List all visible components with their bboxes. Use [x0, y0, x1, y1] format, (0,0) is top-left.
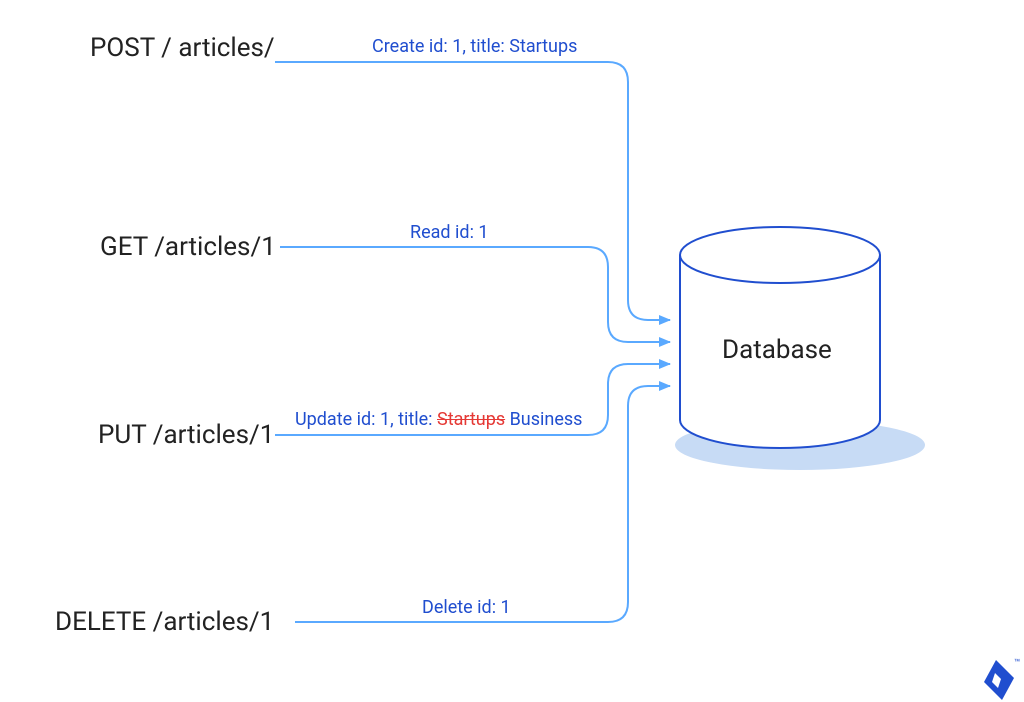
connector-post: [275, 62, 670, 320]
method-put-label: PUT /articles/1: [98, 420, 274, 450]
diagram-svg: [0, 0, 1024, 702]
connector-get: [280, 247, 670, 342]
action-put-prefix: Update id: 1, title:: [295, 409, 437, 430]
action-put-suffix: Business: [505, 409, 582, 430]
method-post-label: POST / articles/: [90, 33, 275, 63]
toptal-logo: [984, 660, 1014, 700]
method-delete-label: DELETE /articles/1: [55, 607, 274, 637]
action-put-strike: Startups: [437, 409, 505, 430]
action-delete-label: Delete id: 1: [422, 597, 511, 618]
action-put-label: Update id: 1, title: Startups Business: [295, 409, 582, 430]
database-label: Database: [722, 335, 832, 365]
method-get-label: GET /articles/1: [100, 232, 276, 262]
trademark-symbol: ™: [1014, 658, 1020, 669]
action-post-label: Create id: 1, title: Startups: [372, 36, 577, 57]
action-get-label: Read id: 1: [410, 222, 489, 243]
